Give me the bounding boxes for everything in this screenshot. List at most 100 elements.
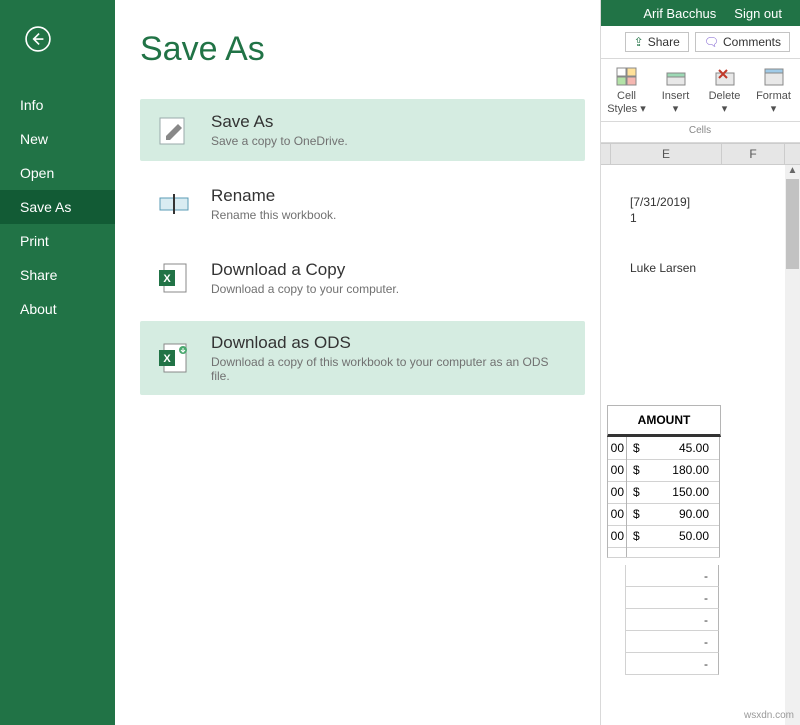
table-row[interactable]: 00$90.00 <box>607 503 720 526</box>
table-row[interactable] <box>607 547 720 558</box>
option-desc: Download a copy to your computer. <box>211 282 570 296</box>
rename-icon <box>155 185 193 223</box>
insert-icon <box>665 67 687 87</box>
sidebar-item-share[interactable]: Share <box>0 258 115 292</box>
table-row[interactable]: 00$45.00 <box>607 437 720 460</box>
ribbon-group-label: Cells <box>600 122 800 143</box>
table-row[interactable]: - <box>625 587 719 609</box>
sheet-body: ▲ [7/31/2019] 1 Luke Larsen AMOUNT 00$45… <box>600 165 800 725</box>
comments-label: Comments <box>723 35 781 49</box>
table-row[interactable]: - <box>625 565 719 587</box>
option-title: Download as ODS <box>211 333 570 353</box>
option-desc: Download a copy of this workbook to your… <box>211 355 570 383</box>
option-save-as[interactable]: Save As Save a copy to OneDrive. <box>140 99 585 161</box>
cell-date[interactable]: [7/31/2019] <box>630 195 690 209</box>
share-icon: ⇪ <box>634 35 644 49</box>
insert-label: Insert <box>662 90 690 102</box>
column-headers: E F <box>600 143 800 165</box>
page-title: Save As <box>140 30 585 69</box>
option-rename[interactable]: Rename Rename this workbook. <box>140 173 585 235</box>
table-row[interactable]: 00$50.00 <box>607 525 720 548</box>
ribbon-cells-group: Cell Styles ▾ Insert▾ Delete▾ Format▾ <box>600 59 800 122</box>
option-download-copy[interactable]: X Download a Copy Download a copy to you… <box>140 247 585 309</box>
option-text: Rename Rename this workbook. <box>211 186 570 222</box>
table-row[interactable]: 00$180.00 <box>607 459 720 482</box>
row-frag: 00 <box>608 525 627 547</box>
cell-styles-label: Cell Styles <box>607 90 637 115</box>
backstage-sidebar: Info New Open Save As Print Share About <box>0 0 115 725</box>
share-button[interactable]: ⇪ Share <box>625 32 689 52</box>
table-row[interactable]: 00$150.00 <box>607 481 720 504</box>
format-label: Format <box>756 90 791 102</box>
sidebar-item-new[interactable]: New <box>0 122 115 156</box>
row-frag <box>608 547 627 557</box>
option-download-ods[interactable]: X Download as ODS Download a copy of thi… <box>140 321 585 395</box>
option-text: Save As Save a copy to OneDrive. <box>211 112 570 148</box>
col-f-header[interactable]: F <box>722 144 785 164</box>
spreadsheet-area: ⇪ Share 🗨 Comments Cell Styles ▾ Insert▾… <box>600 26 800 725</box>
save-as-icon <box>155 111 193 149</box>
svg-text:X: X <box>163 273 171 285</box>
back-arrow-icon[interactable] <box>0 18 115 88</box>
sign-out-link[interactable]: Sign out <box>734 6 782 21</box>
share-label: Share <box>648 35 680 49</box>
delete-button[interactable]: Delete▾ <box>700 65 749 119</box>
title-bar-right: Arif Bacchus Sign out <box>582 0 800 26</box>
format-button[interactable]: Format▾ <box>749 65 798 119</box>
sidebar-item-print[interactable]: Print <box>0 224 115 258</box>
option-title: Save As <box>211 112 570 132</box>
table-row[interactable]: - <box>625 653 719 675</box>
delete-label: Delete <box>709 90 741 102</box>
option-text: Download a Copy Download a copy to your … <box>211 260 570 296</box>
dollar-sign: $ <box>627 437 651 459</box>
amount-value: 45.00 <box>651 437 720 459</box>
sidebar-item-save-as[interactable]: Save As <box>0 190 115 224</box>
comment-icon: 🗨 <box>704 35 719 49</box>
dollar-sign: $ <box>627 459 651 481</box>
dollar-sign: $ <box>627 525 651 547</box>
col-fragment[interactable] <box>600 144 611 164</box>
amount-value: 150.00 <box>651 481 720 503</box>
table-row[interactable]: - <box>625 609 719 631</box>
option-desc: Rename this workbook. <box>211 208 570 222</box>
comments-button[interactable]: 🗨 Comments <box>695 32 790 52</box>
amount-value: 180.00 <box>651 459 720 481</box>
cell-styles-button[interactable]: Cell Styles ▾ <box>602 65 651 119</box>
watermark: wsxdn.com <box>744 710 794 721</box>
format-icon <box>763 67 785 87</box>
cell-one[interactable]: 1 <box>630 211 637 225</box>
insert-button[interactable]: Insert▾ <box>651 65 700 119</box>
amount-value: 90.00 <box>651 503 720 525</box>
option-title: Rename <box>211 186 570 206</box>
sidebar-item-info[interactable]: Info <box>0 88 115 122</box>
sidebar-item-open[interactable]: Open <box>0 156 115 190</box>
row-frag: 00 <box>608 503 627 525</box>
ribbon-share-row: ⇪ Share 🗨 Comments <box>600 26 800 59</box>
option-text: Download as ODS Download a copy of this … <box>211 333 570 383</box>
amount-value <box>651 547 720 557</box>
vertical-scrollbar[interactable]: ▲ <box>785 165 800 725</box>
row-frag: 00 <box>608 481 627 503</box>
cell-styles-icon <box>616 67 638 87</box>
col-e-header[interactable]: E <box>611 144 722 164</box>
amount-header[interactable]: AMOUNT <box>607 405 721 437</box>
svg-text:X: X <box>163 353 171 365</box>
cell-person[interactable]: Luke Larsen <box>630 261 696 275</box>
excel-file-icon: X <box>155 259 193 297</box>
table-row[interactable]: - <box>625 631 719 653</box>
delete-icon <box>714 67 736 87</box>
dollar-sign: $ <box>627 503 651 525</box>
option-desc: Save a copy to OneDrive. <box>211 134 570 148</box>
amount-value: 50.00 <box>651 525 720 547</box>
row-frag: 00 <box>608 459 627 481</box>
dollar-sign <box>627 547 651 557</box>
ods-file-icon: X <box>155 339 193 377</box>
sidebar-item-about[interactable]: About <box>0 292 115 326</box>
backstage-panel: Info New Open Save As Print Share About … <box>0 0 601 725</box>
row-frag: 00 <box>608 437 627 459</box>
user-name[interactable]: Arif Bacchus <box>643 6 716 21</box>
scroll-thumb[interactable] <box>786 179 799 269</box>
backstage-main: Save As Save As Save a copy to OneDrive.… <box>115 0 600 725</box>
dollar-sign: $ <box>627 481 651 503</box>
option-title: Download a Copy <box>211 260 570 280</box>
